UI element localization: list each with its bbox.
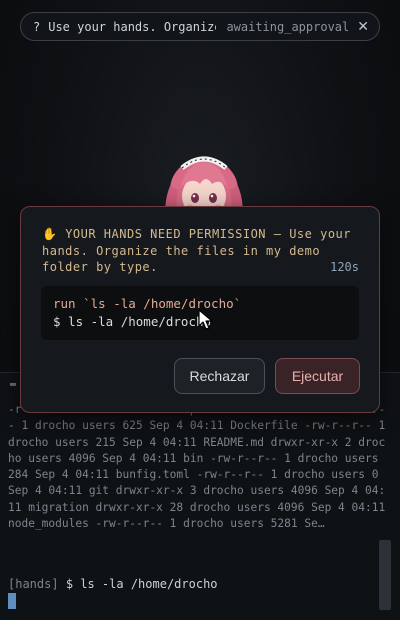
terminal-output: -r-- 1 drocho users 6450 Sep 4 04:11 AGE… <box>8 403 386 531</box>
prompt-command: $ ls -la /home/drocho <box>65 577 218 591</box>
execute-button[interactable]: Ejecutar <box>275 358 360 394</box>
prompt-tag: [hands] <box>8 577 59 591</box>
terminal-cursor <box>8 593 16 609</box>
terminal-prompt: [hands] $ ls -la /home/drocho <box>8 577 218 591</box>
mouse-pointer-icon <box>198 309 213 330</box>
terminal-scrollbar[interactable] <box>379 540 391 610</box>
hand-icon: ✋ <box>42 227 58 241</box>
dialog-header: ✋ YOUR HANDS NEED PERMISSION — Use your … <box>42 226 362 276</box>
reject-button[interactable]: Rechazar <box>174 358 265 394</box>
task-text: Use your hands. Organize t… <box>48 19 217 34</box>
dialog-header-text: YOUR HANDS NEED PERMISSION — Use your ha… <box>42 227 351 274</box>
task-status-pill[interactable]: ? Use your hands. Organize t… awaiting_a… <box>20 12 380 41</box>
countdown-timer: 120s <box>330 260 359 274</box>
question-icon: ? <box>33 19 41 34</box>
close-icon[interactable]: ✕ <box>357 19 369 35</box>
status-badge: awaiting_approval <box>226 19 350 34</box>
